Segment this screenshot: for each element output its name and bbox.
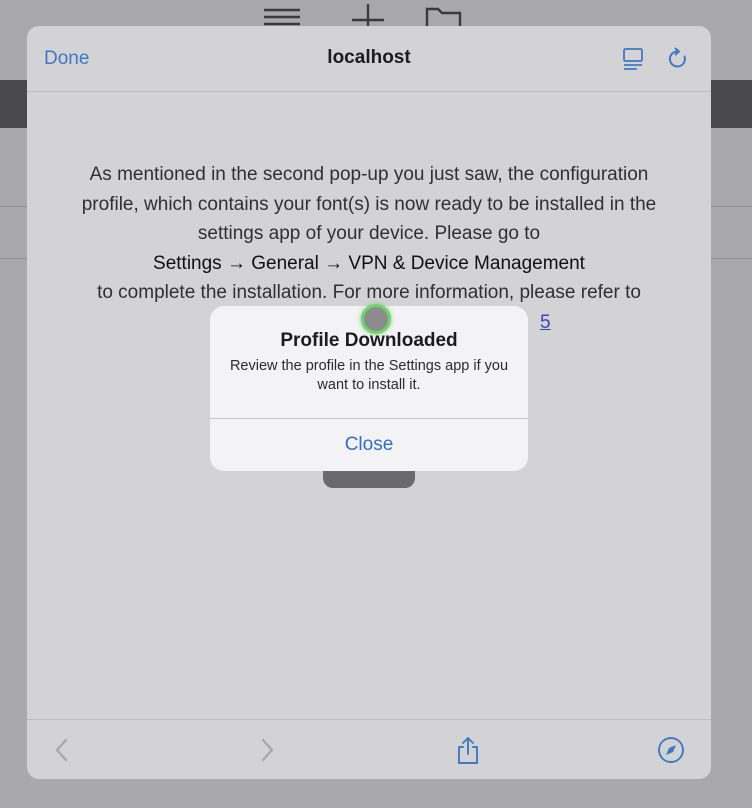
instructions-line: to complete the installation. For more i… [97,282,641,303]
bottom-toolbar [27,719,711,779]
share-icon[interactable] [453,735,483,765]
instructions-line: settings app of your device. Please go t… [197,223,541,244]
touch-indicator [361,304,391,334]
reference-link[interactable]: 5 [540,308,551,338]
compass-icon[interactable] [656,735,686,765]
navigation-bar: Done localhost [27,26,711,92]
settings-path: Settings → General → VPN & Device Manage… [153,252,585,274]
forward-icon[interactable] [252,735,282,765]
reader-icon[interactable] [621,47,645,71]
reload-icon[interactable] [666,47,690,71]
alert-title: Profile Downloaded [280,330,458,351]
instructions-line: As mentioned in the second pop-up you ju… [89,164,649,185]
instructions-line: profile, which contains your font(s) is … [81,193,657,215]
alert-message: Review the profile in the Settings app i… [229,358,509,393]
close-button[interactable]: Close [210,419,528,471]
page-title: localhost [327,47,411,68]
back-icon[interactable] [47,735,77,765]
